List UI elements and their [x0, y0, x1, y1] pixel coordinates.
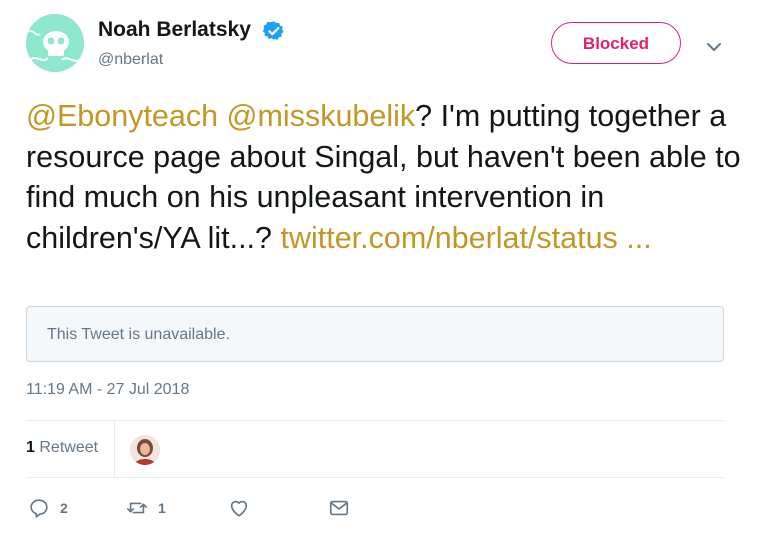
avatar[interactable]	[26, 14, 84, 72]
envelope-icon	[329, 500, 349, 516]
tweet-text: @Ebonyteach @misskubelik? I'm putting to…	[26, 96, 746, 258]
user-name[interactable]: Noah Berlatsky	[98, 18, 251, 42]
blocked-button[interactable]: Blocked	[551, 22, 681, 64]
like-action[interactable]	[228, 496, 250, 520]
retweeter-avatar-graphic	[130, 435, 160, 465]
divider	[26, 420, 724, 421]
retweet-icon	[127, 502, 147, 514]
chevron-down-icon[interactable]	[703, 36, 725, 58]
quoted-tweet-card: This Tweet is unavailable.	[26, 306, 724, 362]
skull-avatar-graphic	[26, 14, 84, 72]
reply-count: 2	[60, 500, 68, 516]
tweet-timestamp[interactable]: 11:19 AM - 27 Jul 2018	[26, 381, 189, 399]
mention-link[interactable]: @Ebonyteach	[26, 99, 218, 133]
verified-badge-icon	[263, 21, 284, 40]
status-link[interactable]: twitter.com/nberlat/status ...	[280, 221, 651, 255]
quoted-tweet-unavailable-text: This Tweet is unavailable.	[47, 326, 230, 343]
retweet-stat-count: 1	[26, 439, 35, 456]
reply-action[interactable]: 2	[28, 496, 68, 520]
divider	[26, 477, 724, 478]
mention-link[interactable]: @misskubelik	[227, 99, 416, 133]
retweet-action[interactable]: 1	[126, 496, 166, 520]
stat-separator	[114, 421, 115, 477]
user-handle[interactable]: @nberlat	[98, 51, 163, 69]
direct-message-action[interactable]	[328, 496, 350, 520]
retweet-count: 1	[158, 500, 166, 516]
retweeter-avatar[interactable]	[130, 435, 160, 465]
reply-icon	[30, 499, 48, 518]
retweet-stat-label: Retweet	[39, 439, 99, 456]
retweet-stat[interactable]: 1 Retweet	[26, 439, 98, 457]
heart-icon	[230, 500, 248, 517]
